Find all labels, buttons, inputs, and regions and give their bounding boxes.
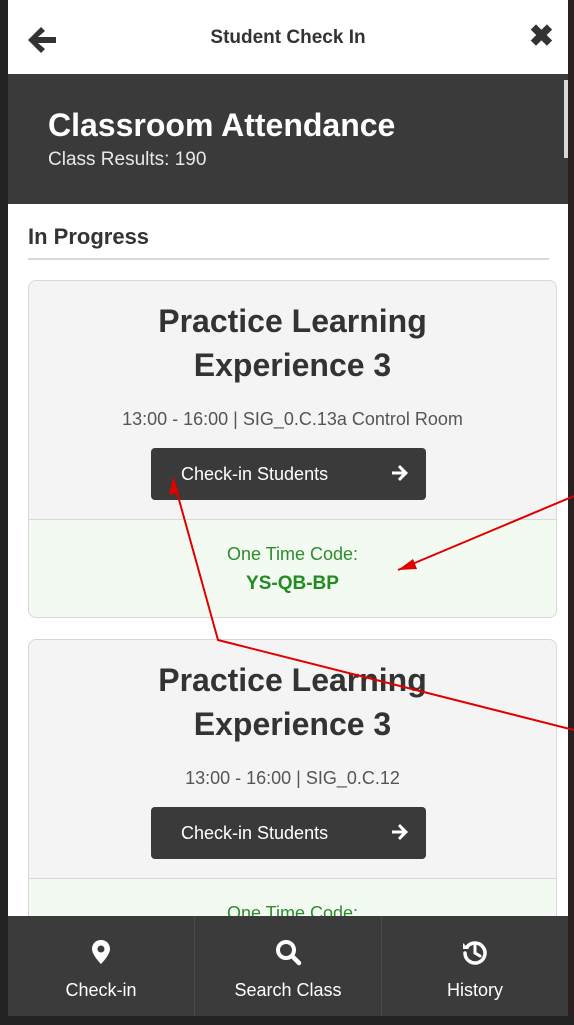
one-time-code-label: One Time Code: <box>226 903 359 916</box>
right-edge <box>568 0 574 1025</box>
map-pin-icon <box>92 940 110 964</box>
header-scrollbar[interactable] <box>564 80 568 158</box>
class-card: Practice Learning Experience 3 13:00 - 1… <box>28 639 557 916</box>
button-label: Check-in Students <box>181 464 329 484</box>
top-bar: Student Check In ✖ <box>8 0 568 74</box>
bottom-edge <box>0 1016 574 1025</box>
class-card: Practice Learning Experience 3 13:00 - 1… <box>28 280 557 618</box>
left-edge <box>0 0 8 1025</box>
class-title: Practice Learning Experience 3 <box>29 299 556 387</box>
class-title: Practice Learning Experience 3 <box>29 658 556 746</box>
class-title-line2: Experience 3 <box>193 347 392 383</box>
check-in-students-button[interactable]: Check-in Students <box>151 807 426 859</box>
button-label: Check-in Students <box>181 823 329 843</box>
class-title-line1: Practice Learning <box>158 303 427 339</box>
attendance-header: Classroom Attendance Class Results: 190 <box>8 74 568 204</box>
arrow-right-icon <box>392 465 408 481</box>
arrow-right-icon <box>392 824 408 840</box>
section-title: In Progress <box>28 224 549 260</box>
header-title: Classroom Attendance <box>48 107 396 143</box>
one-time-code-label: One Time Code: <box>226 544 359 564</box>
page-title: Student Check In <box>210 27 366 48</box>
nav-label: History <box>446 980 503 1000</box>
one-time-code-panel: One Time Code: YS-QB-BP <box>29 519 556 617</box>
one-time-code-value: YS-QB-BP <box>246 573 339 594</box>
bottom-nav: Check-in Search Class History <box>8 916 568 1016</box>
class-title-line1: Practice Learning <box>158 662 427 698</box>
content-area: In Progress Practice Learning Experience… <box>8 204 568 916</box>
check-in-students-button[interactable]: Check-in Students <box>151 448 426 500</box>
history-icon <box>463 941 487 965</box>
nav-item-search-class[interactable]: Search Class <box>195 916 382 1016</box>
search-icon <box>276 940 302 966</box>
nav-label: Check-in <box>65 980 137 1000</box>
nav-item-history[interactable]: History <box>382 916 568 1016</box>
nav-label: Search Class <box>234 980 342 1000</box>
nav-item-check-in[interactable]: Check-in <box>8 916 195 1016</box>
class-time-location: 13:00 - 16:00 | SIG_0.C.13a Control Room <box>122 409 463 429</box>
class-results-count: Class Results: 190 <box>48 149 207 170</box>
close-icon[interactable]: ✖ <box>529 22 554 52</box>
one-time-code-panel: One Time Code: <box>29 878 556 916</box>
class-title-line2: Experience 3 <box>193 706 392 742</box>
class-time-location: 13:00 - 16:00 | SIG_0.C.12 <box>185 768 400 788</box>
